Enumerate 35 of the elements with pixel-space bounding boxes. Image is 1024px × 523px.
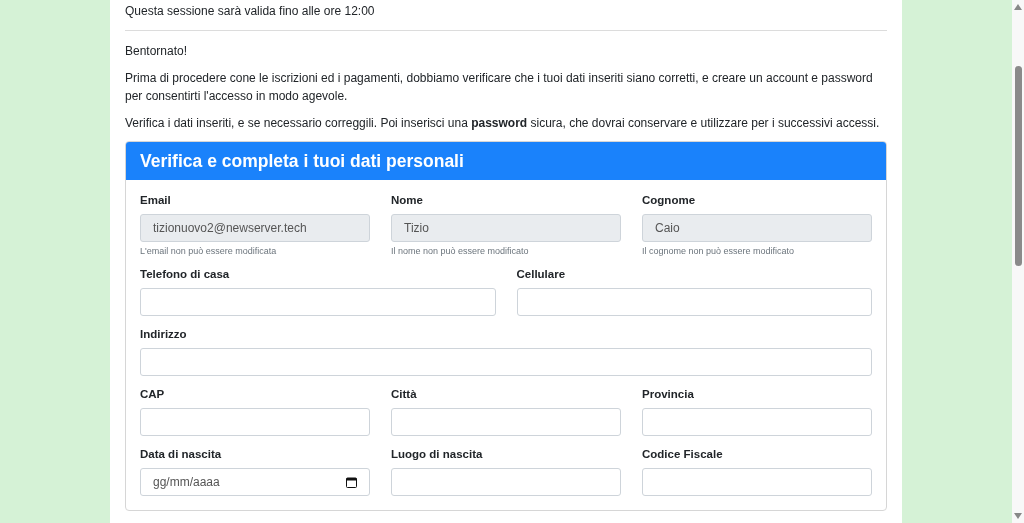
field-label: Email xyxy=(140,194,172,206)
scroll-up-icon[interactable] xyxy=(1014,4,1022,10)
text-field[interactable] xyxy=(391,408,621,436)
session-notice: Questa sessione sarà valida fino alle ore 12:00 xyxy=(125,3,376,19)
field-label: Provincia xyxy=(642,388,695,400)
field-label: Codice Fiscale xyxy=(642,448,724,460)
text-field[interactable] xyxy=(140,288,496,316)
field-label: Telefono di casa xyxy=(140,268,231,280)
field-label: Data di nascita xyxy=(140,448,223,460)
text-field[interactable] xyxy=(391,468,621,496)
field-label: Cellulare xyxy=(516,268,567,280)
intro-paragraph: Verifica i dati inseriti, e se necessario correggili. Poi inserisci una password sicura, che dovrai conservare e utilizzare per i successivi accessi. xyxy=(125,115,881,132)
intro-paragraph: Prima di procedere cone le iscrizioni ed i pagamenti, dobbiamo verificare che i tuoi dati inseriti siano corretti, e creare un account e password per consentirti l'accesso in modo agevole. xyxy=(125,70,874,105)
field-label: Cognome xyxy=(642,194,697,206)
help-text: Il nome non può essere modificato xyxy=(391,246,530,256)
text-field[interactable] xyxy=(642,468,872,496)
help-text: L'email non può essere modificata xyxy=(140,246,278,256)
scroll-down-icon[interactable] xyxy=(1014,513,1022,519)
help-text: Il cognome non può essere modificato xyxy=(642,246,796,256)
date-field[interactable]: gg/mm/aaaa xyxy=(140,468,370,496)
calendar-icon[interactable] xyxy=(346,476,357,488)
scrollbar-thumb[interactable] xyxy=(1014,66,1022,266)
text-field[interactable] xyxy=(516,288,872,316)
text-field[interactable] xyxy=(642,408,872,436)
date-placeholder: gg/mm/aaaa xyxy=(153,475,221,489)
text-field[interactable] xyxy=(140,348,872,376)
field-label: Nome xyxy=(391,194,424,206)
field-label: Luogo di nascita xyxy=(391,448,484,460)
card-header: Verifica e completa i tuoi dati personali xyxy=(126,142,886,180)
field-label: Città xyxy=(391,388,418,400)
text-field[interactable] xyxy=(140,408,370,436)
greeting-text: Bentornato! xyxy=(125,43,189,60)
scrollbar[interactable] xyxy=(1012,0,1024,523)
field-label: CAP xyxy=(140,388,166,400)
field-label: Indirizzo xyxy=(140,328,188,340)
